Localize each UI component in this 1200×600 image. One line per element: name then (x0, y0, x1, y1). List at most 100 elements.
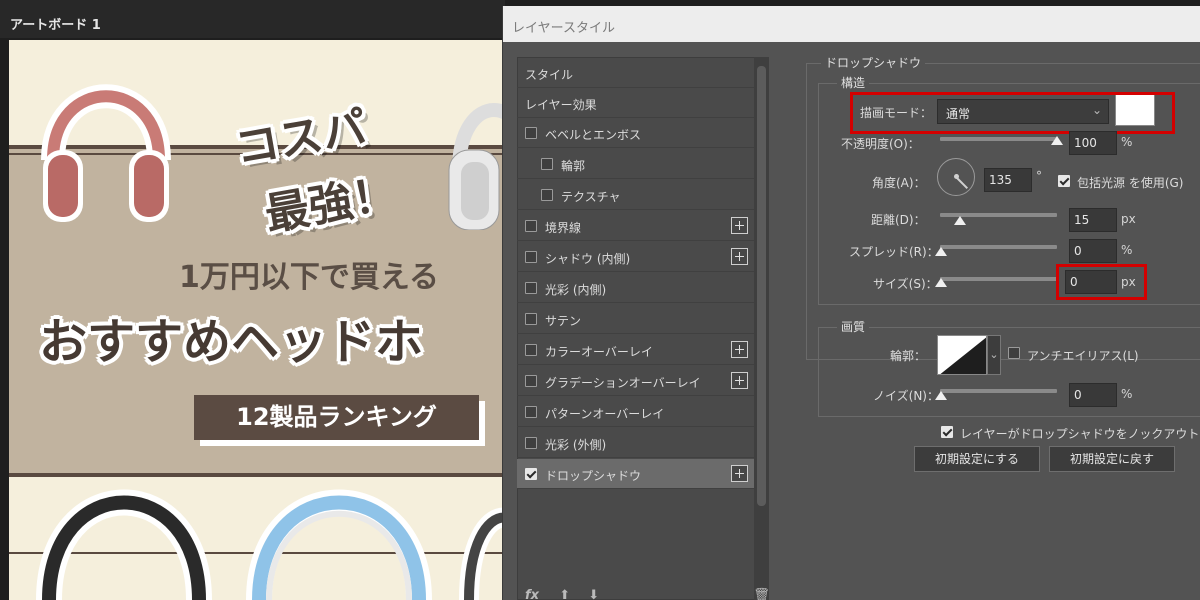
spread-slider[interactable] (940, 245, 1057, 249)
spread-slider-thumb[interactable] (935, 247, 947, 256)
noise-slider-thumb[interactable] (935, 391, 947, 400)
opacity-slider[interactable] (940, 137, 1057, 141)
highlight-blend-mode (850, 92, 1175, 134)
effect-checkbox[interactable] (525, 313, 537, 325)
effect-item[interactable]: 輪郭 (517, 149, 754, 179)
effect-item[interactable]: 光彩 (外側) (517, 428, 754, 458)
effect-checkbox[interactable] (525, 251, 537, 263)
style-list-styles-label: スタイル (525, 68, 574, 82)
add-effect-plus-icon[interactable] (731, 465, 748, 482)
effect-item[interactable]: 境界線 (517, 211, 754, 241)
contour-label: 輪郭： (890, 349, 927, 363)
move-down-icon[interactable]: ⬇ (588, 588, 599, 600)
make-default-button[interactable]: 初期設定にする (914, 446, 1040, 472)
add-effect-plus-icon[interactable] (731, 248, 748, 265)
add-effect-plus-icon[interactable] (731, 341, 748, 358)
artboard-title: アートボード 1 (10, 18, 101, 33)
effect-item[interactable]: シャドウ (内側) (517, 242, 754, 272)
add-effect-plus-icon[interactable] (731, 217, 748, 234)
effect-item[interactable]: サテン (517, 304, 754, 334)
effect-item[interactable]: カラーオーバーレイ (517, 335, 754, 365)
knockout-checkbox[interactable] (941, 426, 953, 438)
white-headphone-image (448, 103, 505, 230)
effect-checkbox[interactable] (525, 437, 537, 449)
effect-checkbox[interactable] (541, 189, 553, 201)
effect-label: グラデーションオーバーレイ (545, 376, 701, 390)
effect-checkbox[interactable] (525, 282, 537, 294)
effect-label: サテン (545, 314, 582, 328)
effect-checkbox[interactable] (525, 375, 537, 387)
effect-item[interactable]: グラデーションオーバーレイ (517, 366, 754, 396)
effect-item[interactable]: ベベルとエンボス (517, 118, 754, 148)
noise-label: ノイズ(N)： (873, 389, 939, 403)
antialias-label: アンチエイリアス(L) (1027, 349, 1139, 363)
effect-checkbox[interactable] (525, 406, 537, 418)
effect-label: ベベルとエンボス (545, 128, 642, 142)
ranking-label: 12製品ランキング (236, 403, 437, 431)
style-list-layer-effects[interactable]: レイヤー効果 (517, 88, 754, 118)
distance-slider-thumb[interactable] (954, 216, 966, 225)
artboard-canvas[interactable]: コスパ 最強！ 1万円以下で買える おすすめヘッドホ 12製品ランキング (9, 40, 505, 600)
reset-default-button[interactable]: 初期設定に戻す (1049, 446, 1175, 472)
angle-dial-hand (955, 176, 969, 190)
effect-label: テクスチャ (561, 190, 621, 204)
size-slider[interactable] (940, 277, 1057, 281)
knockout-label: レイヤーがドロップシャドウをノックアウト(U) (960, 427, 1200, 441)
angle-unit: ° (1036, 169, 1042, 183)
contour-preview[interactable] (937, 335, 987, 375)
trash-icon[interactable]: 🗑 (753, 588, 770, 600)
effect-item[interactable]: 光彩 (内側) (517, 273, 754, 303)
angle-dial[interactable] (937, 158, 975, 196)
effect-label: カラーオーバーレイ (545, 345, 653, 359)
fx-icon[interactable]: fx (525, 588, 539, 600)
contour-curve-icon (940, 337, 986, 374)
size-slider-thumb[interactable] (935, 278, 947, 287)
noise-slider[interactable] (940, 389, 1057, 393)
dialog-titlebar[interactable]: レイヤースタイル (503, 6, 1200, 42)
gray-headphone-image (459, 507, 505, 600)
effect-checkbox[interactable] (525, 127, 537, 139)
ranking-label-box: 12製品ランキング (194, 395, 479, 440)
effect-label: パターンオーバーレイ (545, 407, 665, 421)
dialog-title: レイヤースタイル (512, 21, 615, 36)
opacity-input[interactable]: 100 (1069, 131, 1117, 155)
noise-unit: % (1121, 387, 1133, 401)
style-list-styles[interactable]: スタイル (517, 58, 754, 88)
effect-label: ドロップシャドウ (545, 469, 642, 483)
style-list-toolbar: fx ⬆ ⬇ 🗑 (525, 588, 770, 600)
red-headphone-image (41, 84, 171, 222)
effect-item[interactable]: パターンオーバーレイ (517, 397, 754, 427)
add-effect-plus-icon[interactable] (731, 372, 748, 389)
effect-item[interactable]: ドロップシャドウ (517, 459, 754, 489)
angle-label: 角度(A)： (872, 176, 926, 190)
layer-style-dialog: レイヤースタイル スタイル レイヤー効果 fx ⬆ ⬇ 🗑 ドロップシャドウ 構… (502, 6, 1200, 600)
style-list-scroll-thumb[interactable] (757, 66, 766, 506)
distance-unit: px (1121, 212, 1136, 226)
quality-group-title: 画質 (837, 318, 870, 335)
global-light-checkbox[interactable] (1058, 175, 1070, 187)
angle-input[interactable]: 135 (984, 168, 1032, 192)
effect-checkbox[interactable] (541, 158, 553, 170)
distance-input[interactable]: 15 (1069, 208, 1117, 232)
opacity-slider-thumb[interactable] (1051, 136, 1063, 145)
move-up-icon[interactable]: ⬆ (559, 588, 570, 600)
effect-label: 光彩 (外側) (545, 438, 607, 452)
effect-item[interactable]: テクスチャ (517, 180, 754, 210)
effect-checkbox[interactable] (525, 468, 537, 480)
effect-checkbox[interactable] (525, 220, 537, 232)
structure-group-title: 構造 (837, 74, 870, 91)
contour-dropdown[interactable]: ⌄ (987, 335, 1001, 375)
spread-unit: % (1121, 243, 1133, 257)
effect-checkbox[interactable] (525, 344, 537, 356)
effect-label: 光彩 (内側) (545, 283, 607, 297)
global-light-label: 包括光源 を使用(G) (1077, 176, 1184, 190)
banner-subline: 1万円以下で買える (179, 260, 439, 295)
antialias-checkbox[interactable] (1008, 347, 1020, 359)
drop-shadow-section-title: ドロップシャドウ (821, 54, 926, 71)
spread-label: スプレッド(R)： (849, 245, 939, 259)
style-list-layer-effects-label: レイヤー効果 (525, 98, 597, 112)
spread-input[interactable]: 0 (1069, 239, 1117, 263)
noise-input[interactable]: 0 (1069, 383, 1117, 407)
distance-label: 距離(D)： (871, 213, 926, 227)
effect-label: シャドウ (内側) (545, 252, 631, 266)
